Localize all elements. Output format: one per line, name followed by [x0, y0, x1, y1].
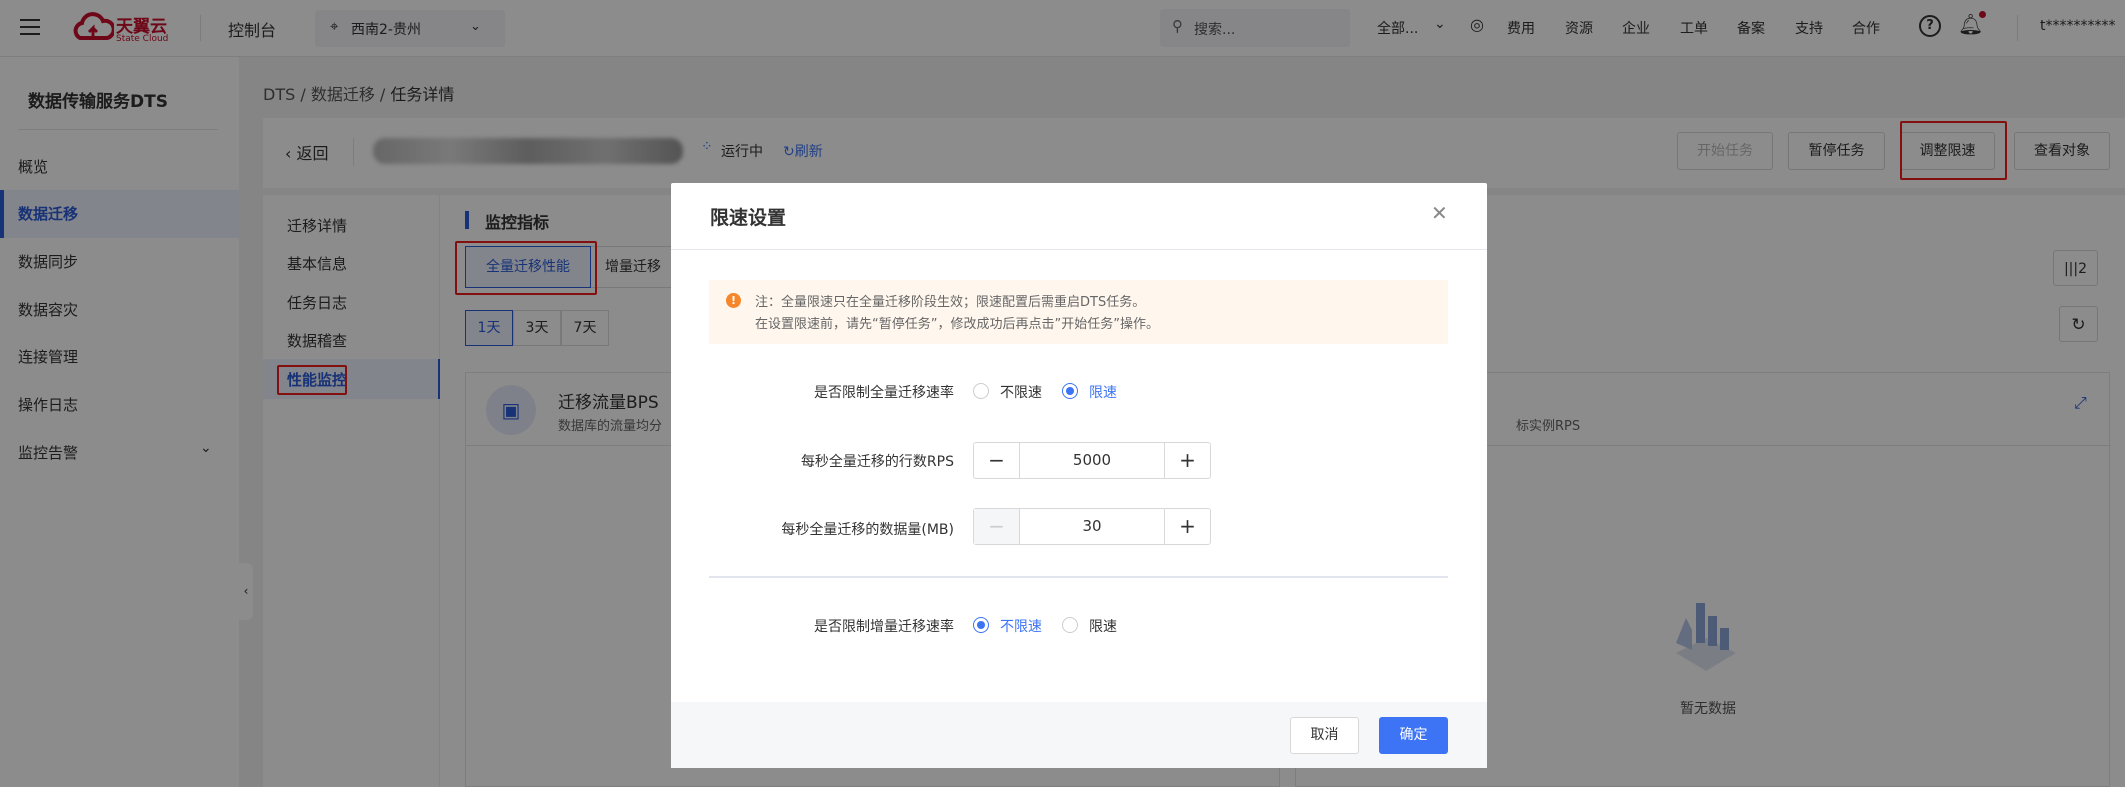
confirm-button[interactable]: 确定 — [1379, 717, 1448, 754]
rps-input[interactable]: 5000 — [1019, 443, 1165, 478]
dialog-footer: 取消 确定 — [671, 702, 1487, 768]
full-nolimit-label[interactable]: 不限速 — [1000, 382, 1042, 402]
rate-limit-dialog: 限速设置 ✕ ! 注：全量限速只在全量迁移阶段生效；限速配置后需重启DTS任务。… — [671, 183, 1487, 768]
incr-limit-label: 是否限制增量迁移速率 — [814, 619, 954, 635]
divider — [709, 576, 1448, 578]
close-icon[interactable]: ✕ — [1431, 201, 1448, 225]
full-limit-option-label[interactable]: 限速 — [1089, 382, 1117, 402]
mb-input[interactable]: 30 — [1019, 509, 1165, 544]
notice-alert: ! 注：全量限速只在全量迁移阶段生效；限速配置后需重启DTS任务。 在设置限速前… — [709, 280, 1448, 344]
incr-limit-option-label[interactable]: 限速 — [1089, 616, 1117, 636]
increment-button[interactable]: + — [1165, 509, 1210, 544]
divider — [671, 249, 1487, 250]
warning-icon: ! — [726, 293, 741, 308]
decrement-button[interactable]: − — [974, 443, 1019, 478]
incr-nolimit-label[interactable]: 不限速 — [1000, 616, 1042, 636]
dialog-title: 限速设置 — [710, 207, 787, 229]
decrement-button[interactable]: − — [974, 509, 1019, 544]
incr-nolimit-radio[interactable] — [973, 617, 989, 633]
rps-label: 每秒全量迁移的行数RPS — [800, 454, 954, 470]
full-nolimit-radio[interactable] — [973, 383, 989, 399]
mb-stepper: − 30 + — [973, 508, 1211, 545]
notice-line-2: 在设置限速前，请先“暂停任务”，修改成功后再点击”开始任务”操作。 — [755, 317, 1159, 332]
incr-limit-radio[interactable] — [1062, 617, 1078, 633]
full-limit-radio[interactable] — [1062, 383, 1078, 399]
notice-line-1: 注：全量限速只在全量迁移阶段生效；限速配置后需重启DTS任务。 — [755, 295, 1146, 310]
mb-label: 每秒全量迁移的数据量(MB) — [781, 522, 954, 538]
rps-stepper: − 5000 + — [973, 442, 1211, 479]
full-limit-label: 是否限制全量迁移速率 — [814, 385, 954, 401]
increment-button[interactable]: + — [1165, 443, 1210, 478]
cancel-button[interactable]: 取消 — [1290, 717, 1359, 754]
